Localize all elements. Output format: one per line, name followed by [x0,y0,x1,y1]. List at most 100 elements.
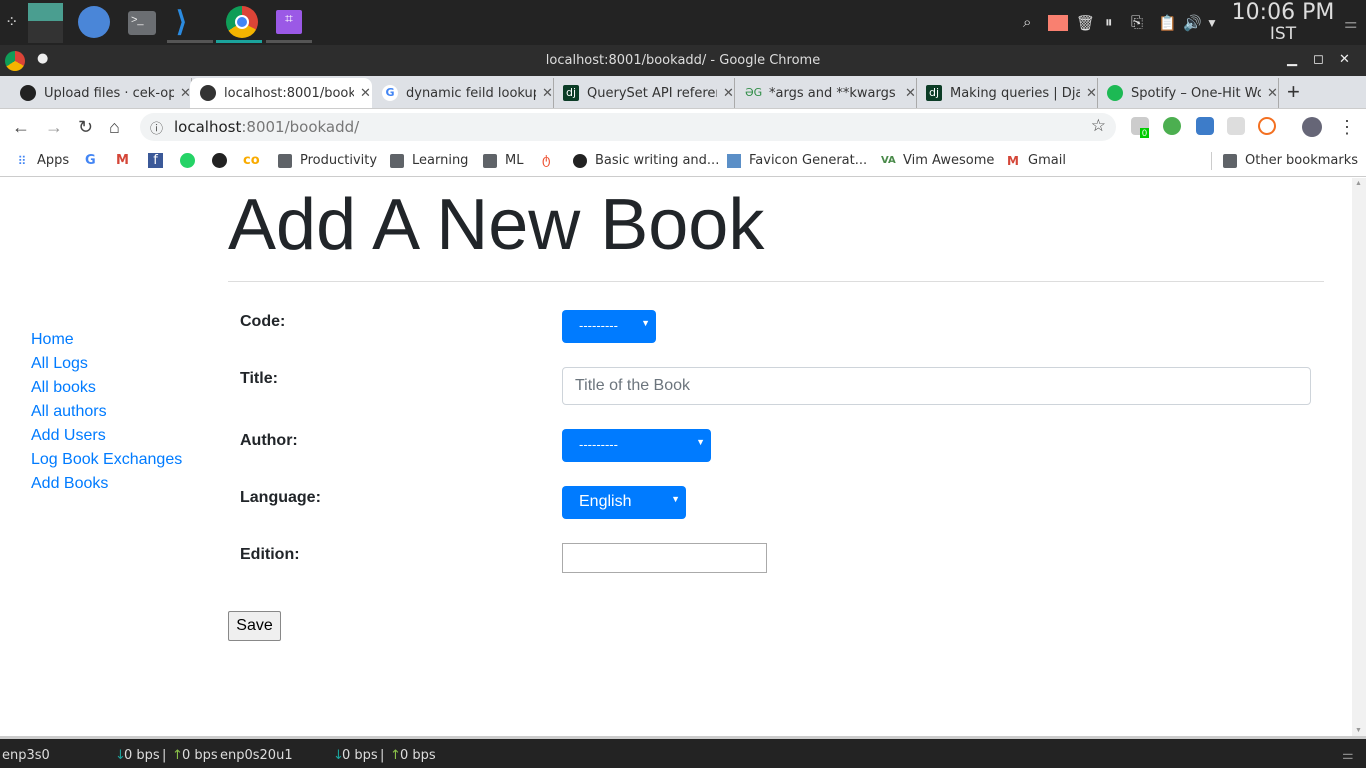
bookmark-gmail[interactable]: M Gmail [1006,153,1066,168]
folder-icon [1223,153,1237,168]
tab-close-icon[interactable]: ✕ [723,86,734,101]
nav-home[interactable]: Home [31,328,182,352]
interface-name: enp3s0 [2,748,50,763]
duckduckgo-extension-icon[interactable] [1258,117,1276,135]
settings-slider-icon[interactable]: ⚌ [1342,748,1354,763]
save-button[interactable]: Save [228,611,281,641]
trash-icon[interactable]: 🗑 [1076,14,1095,32]
new-tab-button[interactable]: + [1287,79,1300,105]
clipboard-icon[interactable]: 📋 [1158,14,1177,32]
django-icon: dj [926,85,942,101]
tab-upload-files[interactable]: Upload files · cek-open✕ [10,78,192,108]
terminal-icon[interactable]: >_ [128,11,156,35]
gmail-icon: M [1007,153,1019,168]
edition-label: Edition: [240,546,300,563]
close-button[interactable]: ✕ [1339,52,1350,67]
language-select[interactable]: English ▼ [562,486,686,519]
title-label: Title: [240,370,278,387]
home-button[interactable]: ⌂ [109,117,120,138]
pause-icon[interactable]: ⏸ [1105,14,1113,31]
evernote-extension-icon[interactable] [1163,117,1181,135]
vim-awesome-icon: VA [881,154,896,166]
url-path: :8001/bookadd/ [241,118,360,136]
workspace-switcher[interactable] [28,3,63,43]
tab-label: localhost:8001/bookadd/ [224,85,354,101]
bookmark-label: Other bookmarks [1245,153,1359,168]
tab-label: *args and **kwargs [769,85,896,101]
facebook-icon[interactable]: f [148,153,163,168]
minimize-button[interactable]: ▁ [1287,52,1297,67]
system-taskbar: ⁘ >_ ⟩ ⌗ ⌕ 🗑 ⏸ ⎘ 📋 🔊 ▼ 10:06 PM IST ⚌ [0,0,1366,45]
nav-all-authors[interactable]: All authors [31,400,182,424]
info-icon[interactable]: ⓘ [150,118,163,137]
tab-localhost[interactable]: localhost:8001/bookadd/ ✕ [190,78,372,108]
files-icon[interactable] [78,6,110,38]
favicon-generator-icon [727,153,741,168]
volume-icon[interactable]: 🔊 [1183,14,1202,32]
nav-all-books[interactable]: All books [31,376,182,400]
pytorch-icon[interactable]: ტ [542,153,551,168]
colab-icon[interactable]: co [243,153,260,168]
color-picker-icon[interactable] [1048,15,1068,31]
back-button[interactable]: ← [12,117,30,138]
tab-queryset-api[interactable]: dj QuerySet API reference ✕ [553,78,735,108]
reload-button[interactable]: ↻ [78,117,93,138]
google-icon[interactable]: G [85,153,96,168]
settings-slider-icon[interactable]: ⚌ [1344,14,1357,32]
bookmark-vim-awesome[interactable]: VA Vim Awesome [881,153,994,168]
github-icon [573,153,587,168]
screenshot-crop-icon[interactable]: ⌗ [276,10,302,34]
tab-close-icon[interactable]: ✕ [1267,86,1278,101]
vscode-icon[interactable]: ⟩ [176,6,208,38]
bookmarks-bar: ⠿ Apps G M f co Productivity Learning ML … [0,145,1366,177]
extension-icon[interactable]: 0 [1131,117,1150,138]
edition-input[interactable] [562,543,767,573]
clock[interactable]: 10:06 PM IST [1226,1,1340,44]
tab-close-icon[interactable]: ✕ [905,86,916,101]
bookmark-learning[interactable]: Learning [390,153,468,168]
whatsapp-icon[interactable] [180,153,195,168]
tab-making-queries[interactable]: dj Making queries | Django ✕ [916,78,1098,108]
author-select[interactable]: --------- ▼ [562,429,711,462]
title-input[interactable] [562,367,1311,405]
network-icon[interactable]: ⎘ [1131,14,1143,31]
forward-button[interactable]: → [45,117,63,138]
tab-close-icon[interactable]: ✕ [1086,86,1097,101]
search-icon[interactable]: ⌕ [1023,14,1031,31]
bookmark-other[interactable]: Other bookmarks [1223,153,1358,168]
chrome-icon[interactable] [226,6,258,38]
extension-icon[interactable] [1227,117,1245,135]
launcher-icon[interactable]: ⁘ [5,12,18,32]
page-scrollbar[interactable]: ▲ ▼ [1352,178,1366,736]
vscode-indicator [167,40,213,43]
tab-args-kwargs[interactable]: ƏG *args and **kwargs ✕ [735,78,917,108]
github-icon[interactable] [212,153,227,168]
tab-close-icon[interactable]: ✕ [542,86,553,101]
bookmark-apps[interactable]: ⠿ Apps [15,153,70,168]
folder-icon [483,153,497,168]
tab-dynamic-field-lookup[interactable]: Gdynamic feild lookup ✕ [372,78,554,108]
bookmark-favicon-generator[interactable]: Favicon Generat... [727,153,867,168]
bookmark-productivity[interactable]: Productivity [278,153,377,168]
menu-kebab-icon[interactable]: ⋮ [1338,117,1356,138]
language-select-value: English [579,493,632,510]
nav-all-logs[interactable]: All Logs [31,352,182,376]
profile-avatar[interactable] [1302,117,1322,137]
gmail-icon[interactable]: M [116,153,129,168]
bookmark-star-icon[interactable]: ☆ [1091,116,1106,136]
dropdown-icon[interactable]: ▼ [1206,16,1218,30]
nav-add-books[interactable]: Add Books [31,472,182,496]
code-select[interactable]: --------- ▼ [562,310,656,343]
tab-close-icon[interactable]: ✕ [360,86,371,101]
tab-spotify[interactable]: Spotify – One-Hit Wonders ✕ [1097,78,1279,108]
bookmark-ml[interactable]: ML [483,153,523,168]
maximize-button[interactable]: ◻ [1313,52,1324,67]
bookmark-basic-writing[interactable]: Basic writing and... [573,153,719,168]
clock-timezone: IST [1269,24,1297,44]
window-title: localhost:8001/bookadd/ - Google Chrome [545,53,821,68]
nav-add-users[interactable]: Add Users [31,424,182,448]
address-bar[interactable]: ⓘ localhost:8001/bookadd/ ☆ [140,113,1116,141]
bitwarden-extension-icon[interactable] [1196,117,1214,135]
bookmark-label: Basic writing and... [595,153,720,168]
nav-log-book-exchanges[interactable]: Log Book Exchanges [31,448,182,472]
